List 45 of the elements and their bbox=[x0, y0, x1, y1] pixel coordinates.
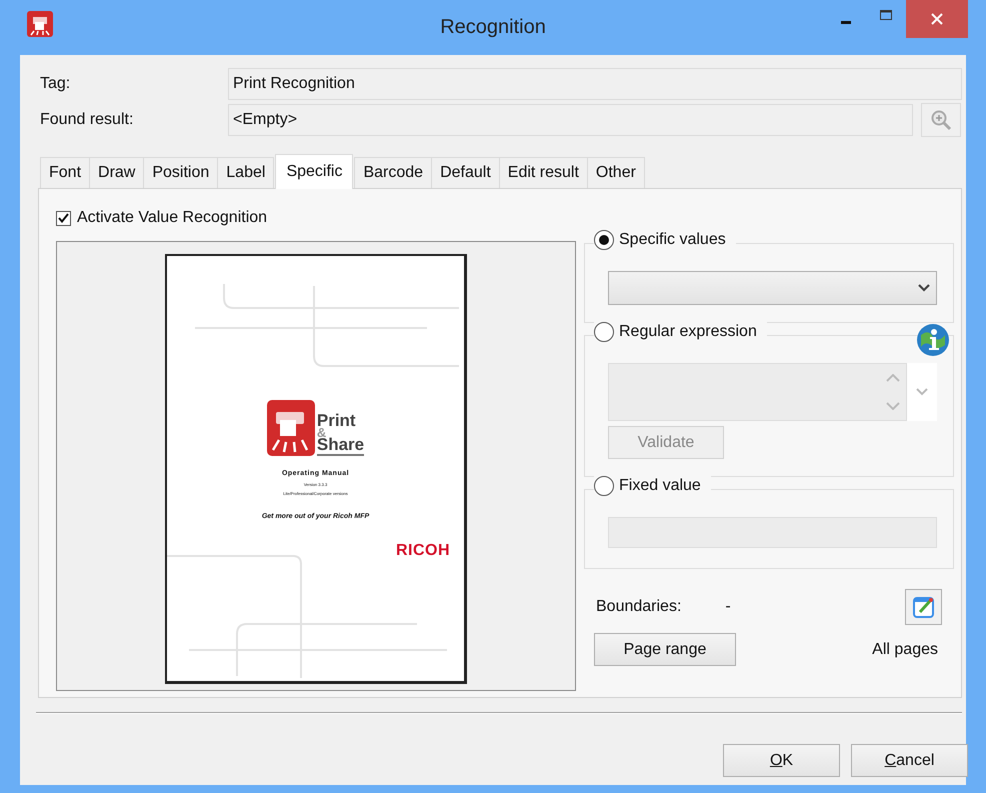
info-icon bbox=[916, 323, 950, 357]
scroll-up-icon bbox=[886, 374, 900, 382]
radio-label: Regular expression bbox=[619, 323, 757, 341]
radio-button[interactable] bbox=[594, 322, 614, 342]
checkmark-icon bbox=[58, 213, 69, 223]
tag-field[interactable]: Print Recognition bbox=[228, 68, 962, 100]
dropdown-toggle[interactable] bbox=[907, 363, 937, 421]
minimize-icon bbox=[841, 20, 851, 24]
scroll-down-icon bbox=[886, 402, 900, 410]
boundaries-value: - bbox=[725, 598, 732, 616]
values-dropdown[interactable] bbox=[608, 271, 937, 305]
field-label: Tag: bbox=[40, 75, 72, 93]
zoom-button[interactable] bbox=[921, 103, 961, 137]
window-title: Recognition bbox=[440, 16, 546, 39]
logo-wordmark: Print & Share bbox=[316, 413, 364, 456]
radio-label: Fixed value bbox=[619, 477, 701, 495]
edit-boundaries-button[interactable] bbox=[905, 589, 942, 625]
tab[interactable]: Specific bbox=[275, 154, 354, 189]
radio-button[interactable] bbox=[594, 476, 614, 496]
zoom-in-icon bbox=[930, 109, 952, 131]
tab[interactable]: Other bbox=[586, 157, 645, 188]
regex-field[interactable] bbox=[608, 363, 907, 421]
field-label: Found result: bbox=[40, 111, 134, 129]
fixed-value-field[interactable] bbox=[608, 517, 937, 548]
dialog-button[interactable]: Cancel bbox=[851, 744, 968, 777]
radio-label: Specific values bbox=[619, 231, 726, 249]
checkbox-label: Activate Value Recognition bbox=[77, 209, 268, 227]
brand-logo: RICOH bbox=[396, 542, 450, 560]
edit-icon bbox=[912, 595, 936, 619]
found-result-field[interactable]: <Empty> bbox=[228, 104, 913, 136]
boundaries-label: Boundaries: bbox=[596, 598, 682, 616]
close-icon bbox=[931, 13, 943, 25]
printer-logo-icon bbox=[266, 400, 315, 456]
tab[interactable]: Label bbox=[217, 157, 274, 188]
tab[interactable]: Font bbox=[40, 157, 90, 188]
tab[interactable]: Barcode bbox=[354, 157, 432, 188]
radio-button[interactable] bbox=[594, 230, 614, 250]
app-printer-icon bbox=[27, 10, 53, 36]
page-range-value: All pages bbox=[872, 640, 938, 658]
chevron-down-icon bbox=[918, 284, 930, 292]
maximize-icon bbox=[880, 10, 892, 20]
dialog-button[interactable]: OK bbox=[723, 744, 840, 777]
page-range-button[interactable]: Page range bbox=[594, 633, 736, 666]
chevron-down-icon bbox=[916, 388, 928, 396]
checkbox[interactable] bbox=[56, 210, 71, 226]
